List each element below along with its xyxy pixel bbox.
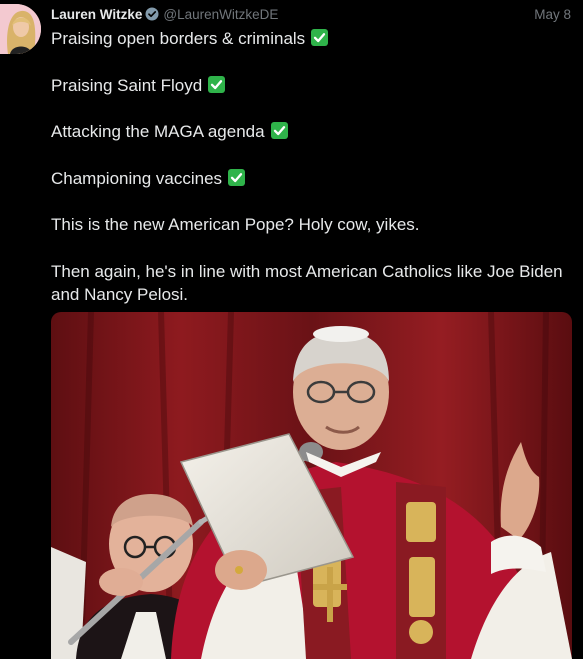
- tweet-line-text: Championing vaccines: [51, 168, 223, 188]
- tweet-line: Praising Saint Floyd: [51, 74, 566, 97]
- tweet-line-text: Praising Saint Floyd: [51, 75, 203, 95]
- tweet-date[interactable]: May 8: [534, 7, 571, 22]
- tweet-line-text: Praising open borders & criminals: [51, 29, 306, 48]
- check-mark-icon: [270, 122, 288, 140]
- author-avatar[interactable]: [0, 4, 41, 54]
- check-mark-icon: [208, 75, 226, 93]
- author-name[interactable]: Lauren Witzke: [51, 7, 142, 22]
- check-mark-icon: [311, 29, 329, 46]
- tweet-line: Praising open borders & criminals: [51, 27, 566, 50]
- tweet-media-photo[interactable]: [51, 312, 572, 659]
- tweet-line: Championing vaccines: [51, 167, 566, 190]
- author-handle[interactable]: @LaurenWitzkeDE: [163, 7, 278, 22]
- tweet-text: Praising open borders & criminals Praisi…: [51, 27, 566, 307]
- tweet-line: This is the new American Pope? Holy cow,…: [51, 215, 420, 235]
- tweet-line: Attacking the MAGA agenda: [51, 120, 566, 143]
- verified-badge-icon: [145, 7, 159, 21]
- tweet-header: Lauren Witzke @LaurenWitzkeDE May 8: [51, 5, 571, 23]
- check-mark-icon: [228, 168, 246, 186]
- tweet-line-text: Attacking the MAGA agenda: [51, 122, 265, 142]
- tweet-line: Then again, he's in line with most Ameri…: [51, 261, 563, 305]
- pope-photo: [51, 312, 572, 659]
- avatar-image: [0, 4, 41, 54]
